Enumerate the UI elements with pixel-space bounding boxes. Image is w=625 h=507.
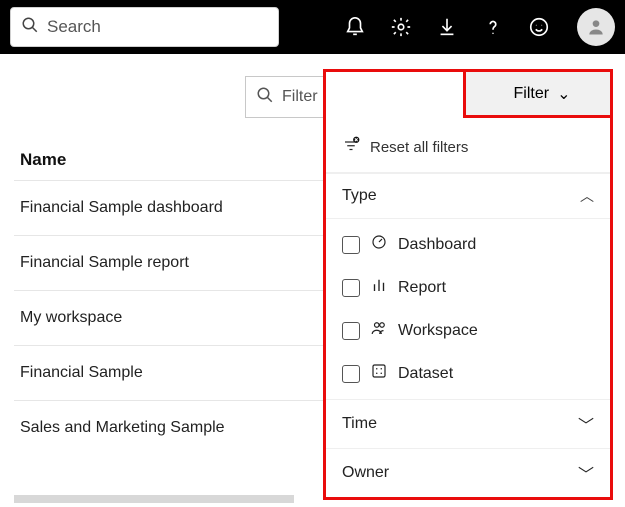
filter-option-label: Dataset xyxy=(398,365,453,383)
download-icon[interactable] xyxy=(433,13,461,41)
reset-filters-button[interactable]: Reset all filters xyxy=(326,126,610,173)
gauge-icon xyxy=(370,233,388,256)
filter-button-label: Filter xyxy=(514,85,550,103)
reset-filters-icon xyxy=(342,136,370,158)
content-area: Name Type Financial Sample dashboardDaFi… xyxy=(0,54,625,507)
global-search[interactable] xyxy=(10,7,279,47)
filter-panel: Filter ⌄ xyxy=(323,69,613,500)
global-search-input[interactable] xyxy=(47,17,268,37)
checkbox[interactable] xyxy=(342,236,360,254)
chevron-down-icon: ⌄ xyxy=(557,84,570,104)
filter-section-type-body: Dashboard Report Workspace Dataset xyxy=(326,219,610,399)
filter-section-time-header[interactable]: Time ﹀ xyxy=(326,399,610,448)
people-icon xyxy=(370,319,388,342)
top-bar xyxy=(0,0,625,54)
search-icon xyxy=(256,86,274,109)
filter-option[interactable]: Dashboard xyxy=(326,223,610,266)
filter-option-label: Report xyxy=(398,279,446,297)
bars-icon xyxy=(370,276,388,299)
filter-option-label: Workspace xyxy=(398,322,478,340)
filter-section-type-header[interactable]: Type ︿ xyxy=(326,173,610,219)
filter-section-owner-header[interactable]: Owner ﹀ xyxy=(326,448,610,497)
chevron-up-icon: ︿ xyxy=(580,186,594,206)
search-icon xyxy=(21,16,39,39)
feedback-icon[interactable] xyxy=(525,13,553,41)
filter-button[interactable]: Filter ⌄ xyxy=(463,69,613,118)
gear-icon[interactable] xyxy=(387,13,415,41)
notifications-icon[interactable] xyxy=(341,13,369,41)
checkbox[interactable] xyxy=(342,279,360,297)
filter-option[interactable]: Workspace xyxy=(326,309,610,352)
help-icon[interactable] xyxy=(479,13,507,41)
filter-option[interactable]: Dataset xyxy=(326,352,610,395)
grid-icon xyxy=(370,362,388,385)
chevron-down-icon: ﹀ xyxy=(578,412,594,436)
filter-option-label: Dashboard xyxy=(398,236,476,254)
checkbox[interactable] xyxy=(342,365,360,383)
checkbox[interactable] xyxy=(342,322,360,340)
reset-filters-label: Reset all filters xyxy=(370,139,468,156)
chevron-down-icon: ﹀ xyxy=(578,461,594,485)
filter-option[interactable]: Report xyxy=(326,266,610,309)
filter-section-owner-label: Owner xyxy=(342,464,389,482)
filter-section-time-label: Time xyxy=(342,415,377,433)
filter-section-type-label: Type xyxy=(342,187,377,205)
avatar[interactable] xyxy=(577,8,615,46)
horizontal-scrollbar[interactable] xyxy=(14,495,294,503)
